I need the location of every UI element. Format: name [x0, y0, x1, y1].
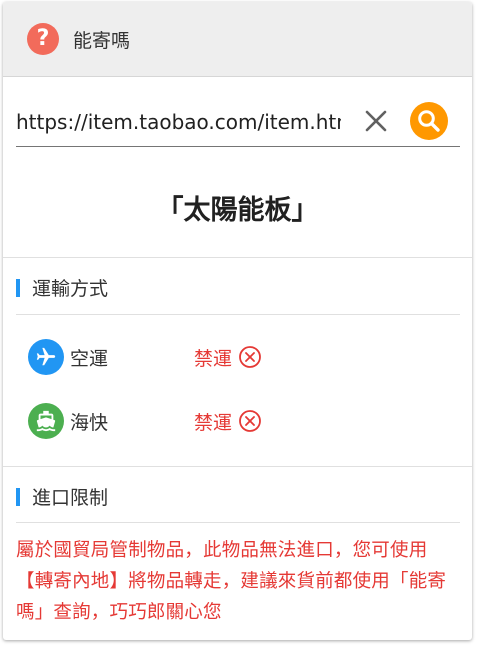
- app-header: ? 能寄嗎: [3, 2, 472, 77]
- divider: [16, 314, 460, 315]
- clear-button[interactable]: [363, 108, 389, 134]
- search-icon: [418, 110, 440, 132]
- divider: [3, 466, 472, 467]
- section-accent-bar: [16, 278, 20, 297]
- shipping-method-label: 空運: [70, 347, 109, 370]
- ship-icon: [28, 403, 64, 439]
- help-icon[interactable]: ?: [27, 23, 59, 55]
- product-title: 「太陽能板」: [156, 195, 319, 226]
- shipping-status-text: 禁運: [194, 411, 233, 434]
- airplane-icon: [28, 339, 64, 375]
- import-section-header: 進口限制: [16, 483, 108, 510]
- prohibited-icon: [239, 346, 261, 368]
- search-button[interactable]: [410, 102, 448, 140]
- close-icon: [365, 110, 387, 132]
- app-title: 能寄嗎: [73, 29, 131, 52]
- divider: [16, 522, 460, 523]
- section-accent-bar: [16, 487, 20, 506]
- shipping-method-sea: 海快 禁運: [28, 401, 262, 441]
- import-notice: 屬於國貿局管制物品，此物品無法進口，您可使用【轉寄內地】將物品轉走，建議來貨前都…: [16, 540, 447, 623]
- import-section-title: 進口限制: [32, 487, 109, 509]
- url-input[interactable]: [16, 102, 341, 142]
- prohibited-icon: [239, 410, 261, 432]
- search-bar: [16, 98, 460, 147]
- shipping-section-title: 運輸方式: [32, 278, 109, 300]
- shipping-method-label: 海快: [70, 411, 109, 434]
- main-card: ? 能寄嗎 「太陽能板」 運輸方式 空運 禁運: [3, 2, 472, 640]
- divider: [3, 257, 472, 258]
- shipping-status-text: 禁運: [194, 347, 233, 370]
- shipping-method-air: 空運 禁運: [28, 337, 262, 377]
- shipping-section-header: 運輸方式: [16, 274, 108, 301]
